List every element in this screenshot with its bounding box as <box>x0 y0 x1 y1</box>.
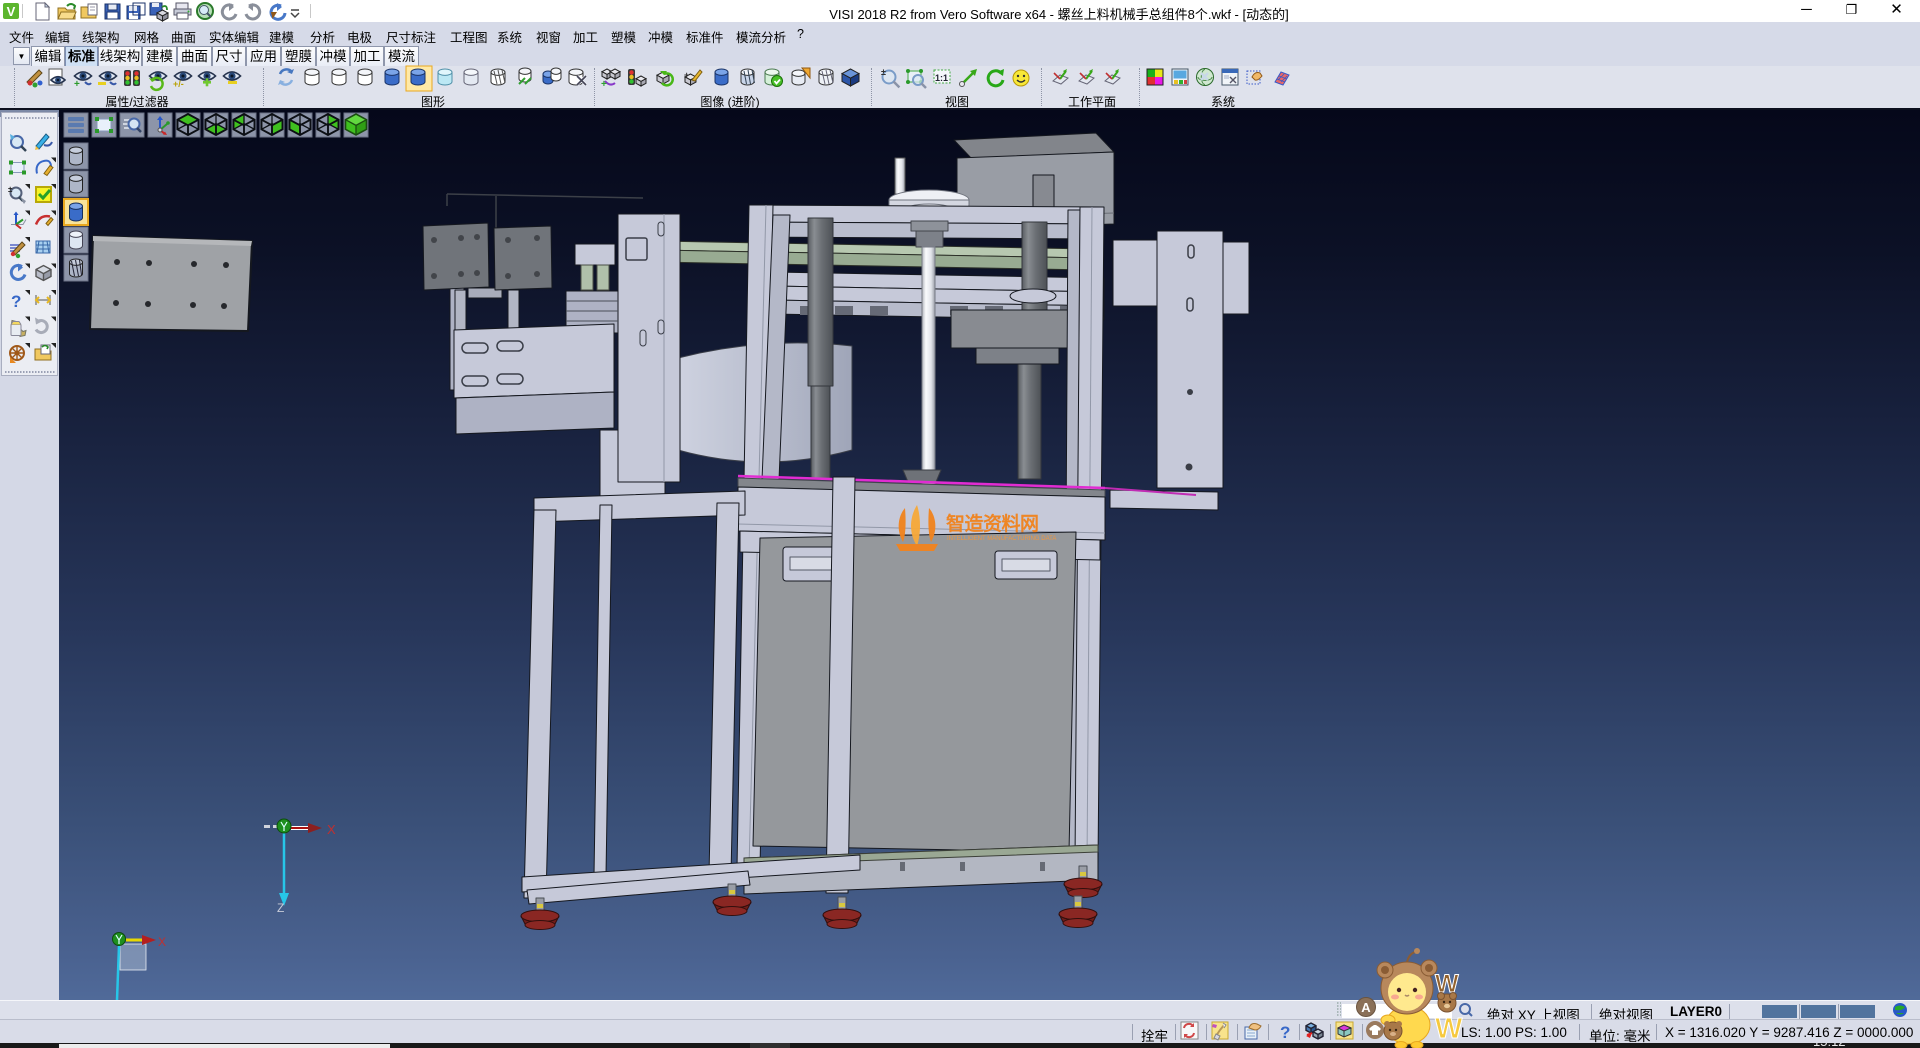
svg-text:W: W <box>1435 1013 1463 1045</box>
svg-text:INTELLIGENT MANUFACTURING DATA: INTELLIGENT MANUFACTURING DATA <box>947 536 1056 542</box>
svg-text:Z: Z <box>277 901 284 915</box>
svg-text:X: X <box>327 822 336 837</box>
svg-text:智造资料网: 智造资料网 <box>946 512 1039 535</box>
svg-text:X: X <box>158 935 166 949</box>
svg-text:?: ? <box>1280 1023 1290 1042</box>
